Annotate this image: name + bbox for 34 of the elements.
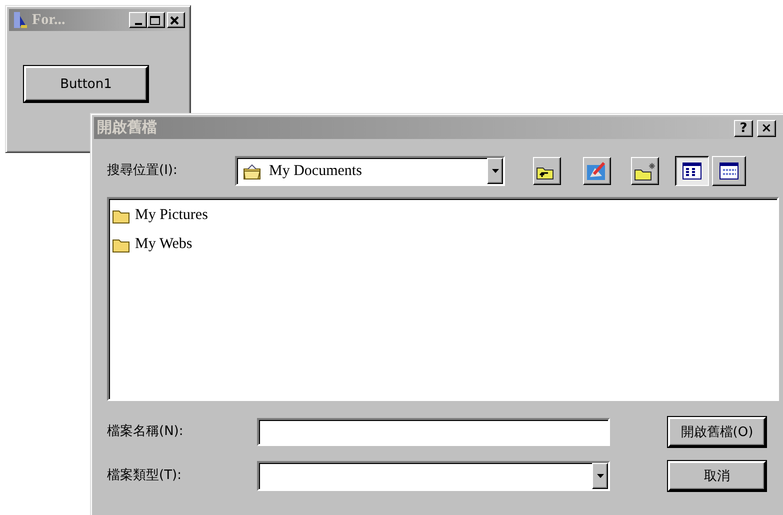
look-in-dropdown[interactable]: My Documents	[235, 156, 505, 186]
close-button[interactable]: ×	[757, 120, 776, 136]
app-icon	[12, 10, 28, 30]
close-button[interactable]	[167, 12, 185, 28]
up-folder-button[interactable]	[533, 157, 561, 185]
field-label: 搜尋位置(I):	[107, 162, 178, 180]
open-button[interactable]: 開啟舊檔(O)	[668, 417, 766, 447]
minimize-icon	[134, 23, 142, 25]
details-view-button[interactable]	[712, 156, 746, 186]
minimize-button[interactable]	[129, 12, 147, 28]
file-list-item[interactable]: My Pictures	[135, 204, 208, 227]
details-view-icon	[717, 160, 741, 182]
dropdown-value: My Documents	[269, 162, 362, 181]
file-type-dropdown[interactable]	[257, 461, 610, 491]
desktop-button[interactable]	[583, 157, 611, 185]
folder-icon	[243, 162, 261, 180]
field-label: 檔案類型(T):	[107, 467, 182, 486]
field-label: 檔案名稱(N):	[107, 423, 184, 442]
close-icon	[168, 14, 181, 26]
pencil-icon	[584, 160, 608, 182]
list-view-icon	[680, 160, 704, 182]
button[interactable]: Button1	[24, 66, 148, 102]
cancel-button[interactable]: 取消	[668, 461, 766, 491]
dropdown-arrow-icon	[490, 168, 500, 174]
help-button[interactable]: ?	[734, 120, 753, 136]
new-folder-button[interactable]	[631, 157, 659, 185]
list-view-button[interactable]	[675, 156, 709, 186]
file-list-item[interactable]: My Webs	[135, 233, 192, 256]
dropdown-arrow-icon	[596, 473, 604, 479]
maximize-button[interactable]	[147, 12, 165, 28]
dialog-title: 開啟舊檔	[97, 118, 157, 138]
new-folder-icon	[632, 160, 656, 182]
window-title: For...	[32, 10, 66, 30]
file-name-field[interactable]	[257, 418, 610, 446]
